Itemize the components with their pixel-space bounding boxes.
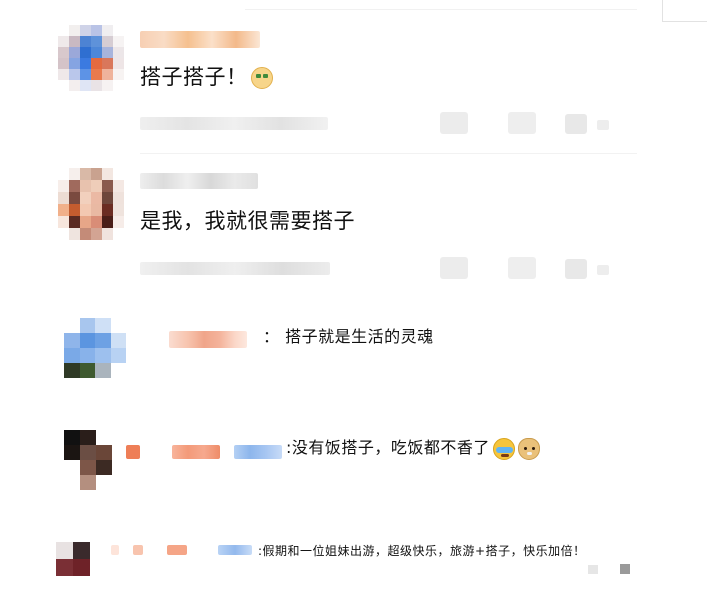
reply-icon[interactable] [440, 257, 468, 279]
avatar[interactable] [64, 318, 126, 378]
avatar[interactable] [58, 25, 124, 91]
money-face-emoji-icon [250, 67, 273, 89]
corner-frame [662, 0, 707, 22]
redacted-username[interactable] [218, 545, 252, 555]
reply-icon[interactable] [588, 565, 598, 574]
redacted-timestamp [140, 262, 330, 275]
comment-text: ： 搭子就是生活的灵魂 [263, 327, 434, 346]
redacted-username[interactable] [126, 445, 140, 459]
like-count [597, 265, 609, 275]
share-icon[interactable] [508, 112, 536, 134]
redacted-timestamp [140, 117, 328, 130]
redacted-username[interactable] [140, 31, 260, 48]
like-icon[interactable] [620, 564, 630, 574]
reply-icon[interactable] [440, 112, 468, 134]
comment-text: 搭子搭子！ [140, 63, 273, 91]
avatar[interactable] [56, 542, 90, 576]
redacted-username[interactable] [169, 331, 247, 348]
share-icon[interactable] [508, 257, 536, 279]
redacted-username[interactable] [172, 445, 220, 459]
crying-laughing-emoji-icon [492, 437, 515, 460]
redacted-username[interactable] [234, 445, 282, 459]
comment-text: :没有饭搭子，吃饭都不香了 [286, 437, 540, 460]
redacted-username[interactable] [167, 545, 187, 555]
comment-text: :假期和一位姐妹出游，超级快乐，旅游+搭子，快乐加倍！ [258, 544, 586, 558]
separator: ： [263, 327, 280, 346]
like-icon[interactable] [565, 114, 587, 134]
doge-emoji-icon [517, 437, 540, 460]
redacted-username[interactable] [133, 545, 143, 555]
avatar[interactable] [58, 168, 124, 240]
redacted-username[interactable] [111, 545, 119, 555]
comment-text: 是我，我就很需要搭子 [140, 209, 355, 233]
like-icon[interactable] [565, 259, 587, 279]
like-count [597, 120, 609, 130]
comment-divider [140, 153, 637, 154]
avatar[interactable] [64, 430, 112, 490]
redacted-username[interactable] [140, 173, 258, 189]
top-divider [245, 9, 637, 10]
